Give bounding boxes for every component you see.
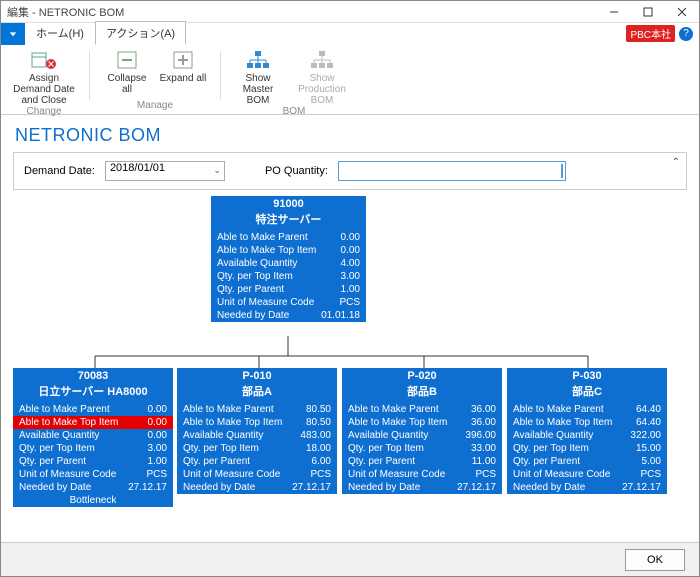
maximize-button[interactable] xyxy=(631,1,665,23)
demand-date-label: Demand Date: xyxy=(24,165,95,177)
panel-collapse-icon[interactable]: ⌃ xyxy=(672,157,680,168)
hierarchy-icon xyxy=(244,49,272,71)
collapse-all-button[interactable]: Collapse all xyxy=(102,49,152,95)
chevron-down-icon: ⌄ xyxy=(213,165,221,176)
group-change-label: Change xyxy=(26,106,61,118)
window-title: 編集 - NETRONIC BOM xyxy=(7,4,124,20)
node-code: P-020 xyxy=(342,368,502,383)
show-master-bom-button[interactable]: Show Master BOM xyxy=(233,49,283,106)
bom-node-child[interactable]: P-030部品CAble to Make Parent64.40Able to … xyxy=(507,368,667,494)
ok-button[interactable]: OK xyxy=(625,549,685,571)
node-code: 91000 xyxy=(211,196,366,211)
po-qty-label: PO Quantity: xyxy=(265,165,328,177)
expand-all-label: Expand all xyxy=(160,73,207,84)
node-name: 部品B xyxy=(342,383,502,403)
ribbon: Assign Demand Date and Close Change Coll… xyxy=(1,45,699,115)
show-production-bom-label: Show Production BOM xyxy=(289,73,355,106)
bom-canvas: 91000 特注サーバー Able to Make Parent0.00 Abl… xyxy=(13,196,687,536)
group-bom-label: BOM xyxy=(283,106,306,118)
collapse-all-label: Collapse all xyxy=(102,73,152,95)
help-icon[interactable]: ? xyxy=(679,27,693,41)
expand-icon xyxy=(169,49,197,71)
assign-demand-label: Assign Demand Date and Close xyxy=(11,73,77,106)
hierarchy-icon-disabled xyxy=(308,49,336,71)
tab-bar: ホーム(H) アクション(A) PBC本社 ? xyxy=(1,23,699,45)
assign-demand-button[interactable]: Assign Demand Date and Close xyxy=(11,49,77,106)
tab-home[interactable]: ホーム(H) xyxy=(25,21,95,45)
bom-node-root[interactable]: 91000 特注サーバー Able to Make Parent0.00 Abl… xyxy=(211,196,366,322)
bom-node-child[interactable]: P-010部品AAble to Make Parent80.50Able to … xyxy=(177,368,337,494)
po-qty-input[interactable] xyxy=(338,161,566,181)
node-name: 部品C xyxy=(507,383,667,403)
bottleneck-label: Bottleneck xyxy=(13,494,173,507)
company-badge: PBC本社 xyxy=(626,25,675,42)
node-name: 部品A xyxy=(177,383,337,403)
filter-panel: Demand Date: 2018/01/01 ⌄ PO Quantity: ⌃ xyxy=(13,152,687,190)
node-name: 日立サーバー HA8000 xyxy=(13,383,173,403)
bom-node-child[interactable]: P-020部品BAble to Make Parent36.00Able to … xyxy=(342,368,502,494)
close-button[interactable] xyxy=(665,1,699,23)
page-title: NETRONIC BOM xyxy=(1,115,699,152)
group-manage-label: Manage xyxy=(137,100,173,112)
node-code: P-030 xyxy=(507,368,667,383)
node-code: P-010 xyxy=(177,368,337,383)
minimize-button[interactable] xyxy=(597,1,631,23)
file-tab-dropdown[interactable] xyxy=(1,23,25,45)
node-code: 70083 xyxy=(13,368,173,383)
tab-action[interactable]: アクション(A) xyxy=(95,21,186,45)
show-production-bom-button: Show Production BOM xyxy=(289,49,355,106)
bom-node-child[interactable]: 70083日立サーバー HA8000Able to Make Parent0.0… xyxy=(13,368,173,507)
show-master-bom-label: Show Master BOM xyxy=(233,73,283,106)
collapse-icon xyxy=(113,49,141,71)
demand-date-value: 2018/01/01 xyxy=(110,162,165,174)
expand-all-button[interactable]: Expand all xyxy=(158,49,208,84)
demand-date-input[interactable]: 2018/01/01 ⌄ xyxy=(105,161,225,181)
titlebar: 編集 - NETRONIC BOM xyxy=(1,1,699,23)
node-name: 特注サーバー xyxy=(211,211,366,231)
calendar-close-icon xyxy=(30,49,58,71)
footer: OK xyxy=(1,542,699,576)
